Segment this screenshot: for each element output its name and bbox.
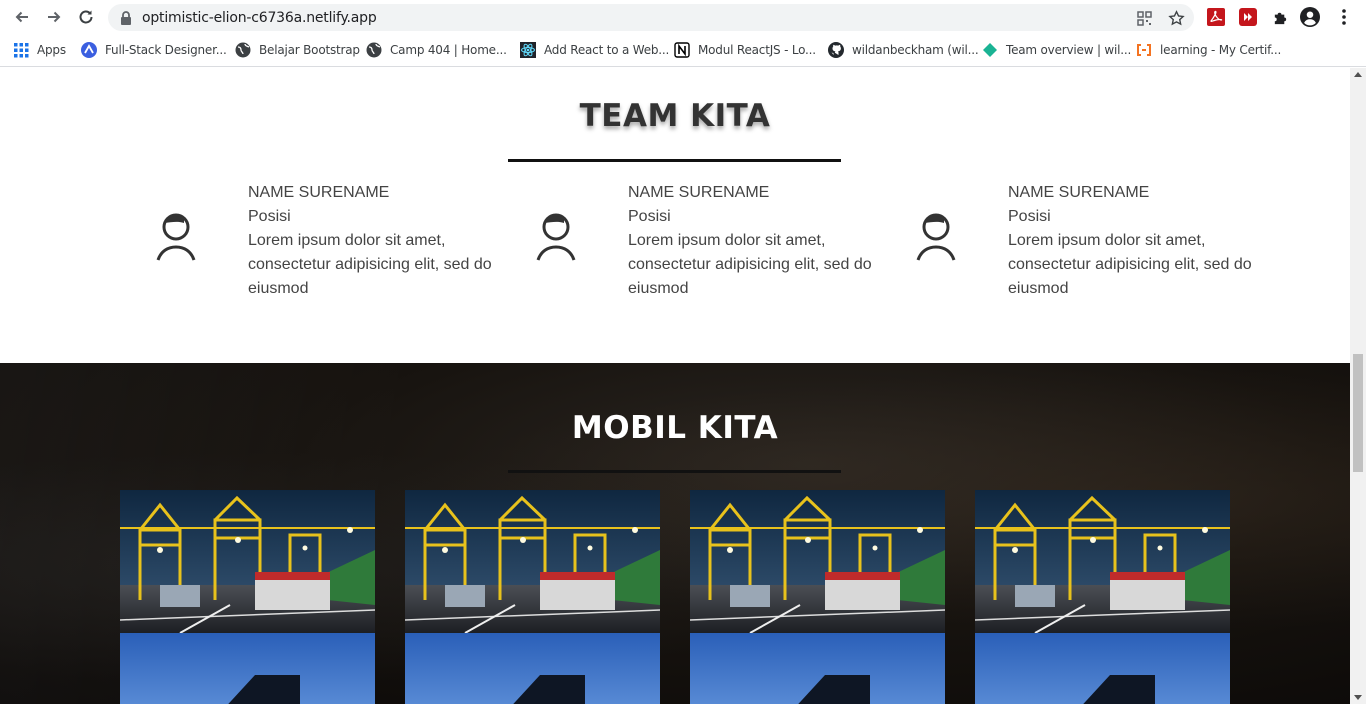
vertical-dots-icon <box>1342 9 1346 25</box>
member-name: NAME SURENAME <box>1008 184 1150 201</box>
bookmark-apps[interactable]: Apps <box>13 41 66 59</box>
browser-toolbar: optimistic-elion-c6736a.netlify.app <box>0 0 1366 34</box>
profile-button[interactable] <box>1300 7 1320 27</box>
bookmark-label: Modul ReactJS - Lo... <box>698 43 816 57</box>
container-sky-photo <box>975 633 1230 704</box>
port-crane-truck-photo <box>405 490 660 633</box>
browser-menu-button[interactable] <box>1334 7 1354 27</box>
car-gallery-image[interactable] <box>120 490 375 633</box>
member-description: Lorem ipsum dolor sit amet, consectetur … <box>1008 232 1252 297</box>
team-member-info: NAME SURENAME Posisi Lorem ipsum dolor s… <box>1008 181 1258 301</box>
address-bar[interactable]: optimistic-elion-c6736a.netlify.app <box>108 4 1194 31</box>
page-viewport: TEAM KITA NAME SURENAME Posisi Lorem ips… <box>0 68 1350 704</box>
member-description: Lorem ipsum dolor sit amet, consectetur … <box>628 232 872 297</box>
member-role: Posisi <box>1008 208 1051 225</box>
user-avatar-icon <box>156 213 196 261</box>
qr-code-icon <box>1136 10 1152 26</box>
car-gallery-image[interactable] <box>975 633 1230 704</box>
bookmark-add-react[interactable]: Add React to a Web... <box>520 41 669 59</box>
react-icon <box>520 42 536 58</box>
designer-logo-icon <box>81 42 97 58</box>
bookmark-team-overview[interactable]: Team overview | wil... <box>982 41 1131 59</box>
port-crane-truck-photo <box>975 490 1230 633</box>
scroll-up-arrow-icon[interactable] <box>1354 72 1362 77</box>
acrobat-pdf-icon <box>1207 8 1225 26</box>
bookmark-label: wildanbeckham (wil... <box>852 43 979 57</box>
member-role: Posisi <box>628 208 671 225</box>
extensions-button[interactable] <box>1270 7 1290 27</box>
scroll-down-arrow-icon[interactable] <box>1354 695 1362 700</box>
bookmark-fullstack-designer[interactable]: Full-Stack Designer... <box>81 41 227 59</box>
team-title-divider <box>508 159 841 162</box>
car-gallery-image[interactable] <box>120 633 375 704</box>
cars-section-title: MOBIL KITA <box>571 410 779 446</box>
bookmark-label: Add React to a Web... <box>544 43 670 57</box>
bookmark-label: Full-Stack Designer... <box>105 43 227 57</box>
code-bracket-icon <box>1136 42 1152 58</box>
member-role: Posisi <box>248 208 291 225</box>
bookmark-learning-certificates[interactable]: learning - My Certif... <box>1136 41 1281 59</box>
member-name: NAME SURENAME <box>628 184 770 201</box>
user-avatar-icon <box>536 213 576 261</box>
bookmarks-bar: Apps Full-Stack Designer... Belajar Boot… <box>0 34 1366 67</box>
bookmark-github-wildanbeckham[interactable]: wildanbeckham (wil... <box>828 41 979 59</box>
team-member-card: NAME SURENAME Posisi Lorem ipsum dolor s… <box>156 181 516 301</box>
bookmark-star-button[interactable] <box>1167 9 1185 27</box>
arrow-left-icon <box>15 11 28 23</box>
container-sky-photo <box>690 633 945 704</box>
port-crane-truck-photo <box>120 490 375 633</box>
page-scrollbar[interactable] <box>1350 68 1366 704</box>
container-sky-photo <box>120 633 375 704</box>
globe-icon <box>366 42 382 58</box>
team-member-info: NAME SURENAME Posisi Lorem ipsum dolor s… <box>248 181 498 301</box>
member-name: NAME SURENAME <box>248 184 390 201</box>
notion-icon <box>674 42 690 58</box>
url-text[interactable]: optimistic-elion-c6736a.netlify.app <box>142 10 377 26</box>
media-extension-button[interactable] <box>1238 7 1258 27</box>
container-sky-photo <box>405 633 660 704</box>
globe-icon <box>235 42 251 58</box>
arrow-right-icon <box>48 11 61 23</box>
github-icon <box>828 42 844 58</box>
bookmark-label: Team overview | wil... <box>1006 43 1132 57</box>
fast-forward-icon <box>1239 8 1257 26</box>
bookmark-modul-reactjs[interactable]: Modul ReactJS - Lo... <box>674 41 816 59</box>
bookmark-label: Belajar Bootstrap <box>259 43 360 57</box>
qr-code-button[interactable] <box>1135 9 1153 27</box>
car-gallery-image[interactable] <box>690 633 945 704</box>
port-crane-truck-photo <box>690 490 945 633</box>
account-circle-icon <box>1300 7 1320 27</box>
cars-section: MOBIL KITA <box>0 363 1350 704</box>
apps-grid-icon <box>13 42 29 58</box>
bookmark-label: Apps <box>37 43 66 57</box>
scrollbar-thumb[interactable] <box>1353 354 1363 472</box>
car-gallery-image[interactable] <box>405 633 660 704</box>
bookmark-label: learning - My Certif... <box>1160 43 1282 57</box>
lock-icon <box>121 11 131 25</box>
car-gallery-image[interactable] <box>690 490 945 633</box>
bookmark-belajar-bootstrap[interactable]: Belajar Bootstrap <box>235 41 360 59</box>
team-member-info: NAME SURENAME Posisi Lorem ipsum dolor s… <box>628 181 878 301</box>
back-button[interactable] <box>10 5 34 29</box>
team-member-card: NAME SURENAME Posisi Lorem ipsum dolor s… <box>916 181 1276 301</box>
star-icon <box>1167 9 1185 25</box>
car-gallery-image[interactable] <box>975 490 1230 633</box>
team-section-title: TEAM KITA <box>579 98 771 134</box>
bookmark-camp-404[interactable]: Camp 404 | Home... <box>366 41 507 59</box>
reload-button[interactable] <box>74 5 98 29</box>
member-description: Lorem ipsum dolor sit amet, consectetur … <box>248 232 492 297</box>
reload-icon <box>79 10 93 24</box>
cars-title-divider <box>508 470 841 473</box>
diamond-icon <box>982 42 998 58</box>
user-avatar-icon <box>916 213 956 261</box>
pdf-extension-button[interactable] <box>1206 7 1226 27</box>
team-member-card: NAME SURENAME Posisi Lorem ipsum dolor s… <box>536 181 896 301</box>
puzzle-icon <box>1274 12 1286 24</box>
bookmark-label: Camp 404 | Home... <box>390 43 507 57</box>
car-gallery-image[interactable] <box>405 490 660 633</box>
forward-button[interactable] <box>42 5 66 29</box>
